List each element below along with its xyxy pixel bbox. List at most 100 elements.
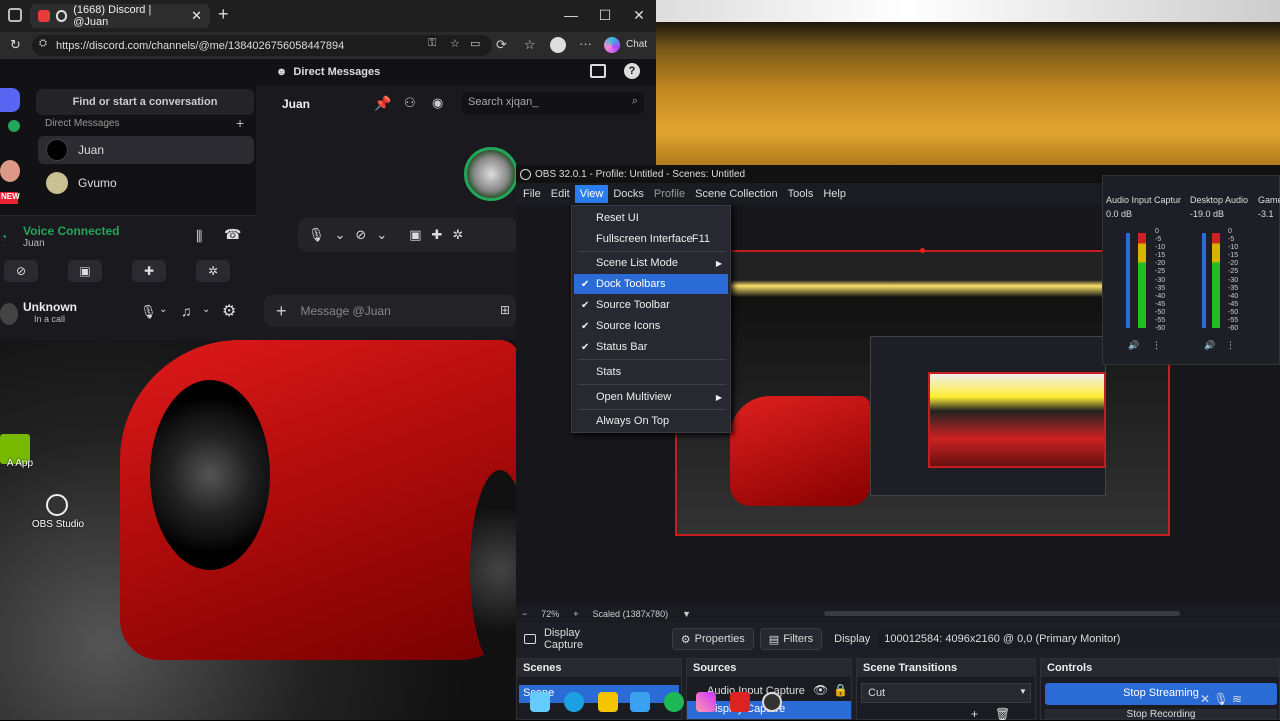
screen-share-icon[interactable]: ▣ xyxy=(409,227,421,243)
soundboard-button[interactable]: ✲ xyxy=(196,260,230,282)
menu-item-dock-toolbars[interactable]: ✔ Dock Toolbars xyxy=(574,274,728,294)
menu-scene-collection[interactable]: Scene Collection xyxy=(690,185,783,203)
split-icon[interactable]: ▭ xyxy=(470,37,480,50)
channel-menu-icon[interactable]: ⋮ xyxy=(1152,340,1161,351)
chat-label[interactable]: Chat xyxy=(626,39,647,50)
chevron-down-icon[interactable]: ▼ xyxy=(1019,687,1027,696)
menu-tools[interactable]: Tools xyxy=(783,185,819,203)
channel-menu-icon[interactable]: ⋮ xyxy=(1226,340,1235,351)
mic-icon[interactable]: 🎙 xyxy=(308,227,325,243)
help-icon[interactable]: ? xyxy=(624,63,640,79)
minimize-button[interactable]: — xyxy=(554,0,588,30)
screen-share-button[interactable]: ▣ xyxy=(68,260,102,282)
tab-discord[interactable]: (1668) Discord | @Juan ✕ xyxy=(30,4,210,28)
favorites-icon[interactable]: ☆ xyxy=(524,37,536,53)
message-input[interactable]: + Message @Juan ⊞ xyxy=(264,295,516,327)
key-icon[interactable]: ⚿ xyxy=(428,37,436,50)
transition-select[interactable]: Cut xyxy=(861,683,1031,703)
start-icon[interactable] xyxy=(530,692,550,712)
noise-suppression-icon[interactable]: ⫼ xyxy=(196,228,202,245)
remove-transition-icon[interactable]: 🗑 xyxy=(995,707,1010,721)
menu-item-source-icons[interactable]: ✔ Source Icons xyxy=(574,316,728,336)
menu-view[interactable]: View xyxy=(574,185,609,203)
chevron-down-icon[interactable]: ⌄ xyxy=(159,304,167,315)
server-avatar[interactable] xyxy=(0,160,20,182)
instagram-icon[interactable] xyxy=(696,692,716,712)
extensions-icon[interactable]: ⟳ xyxy=(496,37,507,53)
close-tab-icon[interactable]: ✕ xyxy=(191,8,202,24)
reload-icon[interactable]: ↻ xyxy=(10,37,21,53)
menu-help[interactable]: Help xyxy=(818,185,851,203)
find-conversation-button[interactable]: Find or start a conversation xyxy=(36,89,254,115)
zoom-in-button[interactable]: + xyxy=(573,609,578,619)
camera-toggle-button[interactable]: ⊘ xyxy=(4,260,38,282)
chevron-down-icon[interactable]: ⌄ xyxy=(202,304,210,315)
speaker-icon[interactable]: 🔊 xyxy=(1128,340,1139,351)
voice-status[interactable]: Voice Connected xyxy=(23,224,119,238)
transform-handle[interactable] xyxy=(920,248,925,253)
obs-desktop-icon[interactable] xyxy=(46,494,68,516)
search-icon[interactable]: ⌕ xyxy=(632,95,638,108)
call-avatar[interactable] xyxy=(464,147,518,201)
add-transition-icon[interactable]: + xyxy=(971,707,978,721)
profile-avatar[interactable] xyxy=(550,37,566,53)
menu-item-stats[interactable]: Stats xyxy=(574,362,728,382)
spotify-icon[interactable] xyxy=(664,692,684,712)
disconnect-icon[interactable]: ☎ xyxy=(224,226,241,243)
pin-icon[interactable]: 📌 xyxy=(374,95,391,112)
more-icon[interactable]: ··· xyxy=(579,36,592,51)
mic-icon[interactable]: 🎙 xyxy=(140,304,157,320)
profile-icon[interactable]: ◉ xyxy=(432,95,443,111)
preview-scrollbar[interactable] xyxy=(824,611,1180,616)
menu-item-open-multiview[interactable]: Open Multiview ▶ xyxy=(574,387,728,407)
gift-icon[interactable]: ⊞ xyxy=(500,303,510,317)
user-avatar[interactable] xyxy=(0,303,18,325)
filters-button[interactable]: ▤ Filters xyxy=(759,628,823,650)
volume-slider[interactable] xyxy=(1202,233,1206,328)
menu-file[interactable]: File xyxy=(518,185,546,203)
close-button[interactable]: ✕ xyxy=(622,0,656,30)
volume-slider[interactable] xyxy=(1126,233,1130,328)
menu-docks[interactable]: Docks xyxy=(608,185,649,203)
edge-icon[interactable] xyxy=(564,692,584,712)
headset-icon[interactable]: ♫ xyxy=(181,303,192,319)
file-explorer-icon[interactable] xyxy=(598,692,618,712)
stop-streaming-button[interactable]: Stop Streaming xyxy=(1045,683,1277,705)
display-select[interactable]: 100012584: 4096x2160 @ 0,0 (Primary Moni… xyxy=(878,630,1280,648)
copilot-icon[interactable] xyxy=(604,37,620,53)
visibility-eye-icon[interactable]: 👁 xyxy=(813,683,828,697)
add-server-icon[interactable] xyxy=(8,120,20,132)
create-dm-button[interactable]: + xyxy=(236,115,244,131)
search-input[interactable]: Search xjqan_ ⌕ xyxy=(462,92,644,114)
workspaces-icon[interactable] xyxy=(8,8,22,22)
menu-edit[interactable]: Edit xyxy=(546,185,575,203)
inbox-icon[interactable] xyxy=(590,64,606,78)
dm-item-gvumo[interactable]: Gvumo xyxy=(38,169,254,197)
chevron-down-icon[interactable]: ⌄ xyxy=(335,227,346,243)
properties-button[interactable]: ⚙ Properties xyxy=(671,628,754,650)
obs-taskbar-icon[interactable] xyxy=(762,692,782,712)
zoom-out-button[interactable]: − xyxy=(522,609,527,619)
dm-item-juan[interactable]: Juan xyxy=(38,136,254,164)
lock-icon[interactable]: 🔒 xyxy=(833,683,848,697)
menu-profile[interactable]: Profile xyxy=(649,185,690,203)
menu-item-scene-list-mode[interactable]: Scene List Mode ▶ xyxy=(574,253,728,273)
tray-icons[interactable]: ✕ 🎙 ≋ xyxy=(1200,692,1242,706)
maximize-button[interactable]: ☐ xyxy=(588,0,622,30)
stop-recording-button[interactable]: Stop Recording xyxy=(1045,709,1277,719)
site-info-icon[interactable]: ⛭ xyxy=(39,38,47,49)
scale-dropdown-icon[interactable]: ▼ xyxy=(682,609,691,619)
speaker-icon[interactable]: 🔊 xyxy=(1204,340,1215,351)
add-attachment-icon[interactable]: + xyxy=(276,301,287,322)
chevron-down-icon[interactable]: ⌄ xyxy=(376,227,387,243)
menu-item-source-toolbar[interactable]: ✔ Source Toolbar xyxy=(574,295,728,315)
settings-gear-icon[interactable]: ⚙ xyxy=(222,301,236,321)
menu-item-reset-ui[interactable]: Reset UI xyxy=(574,208,728,228)
camera-off-icon[interactable]: ⊘ xyxy=(355,227,366,243)
activities-button[interactable]: ✚ xyxy=(132,260,166,282)
acrobat-icon[interactable] xyxy=(730,692,750,712)
url-field[interactable]: ⛭ https://discord.com/channels/@me/13840… xyxy=(32,35,492,56)
new-tab-button[interactable]: + xyxy=(218,4,238,26)
soundboard-icon[interactable]: ✲ xyxy=(452,227,463,243)
menu-item-fullscreen-interface[interactable]: Fullscreen Interface F11 xyxy=(574,229,728,249)
